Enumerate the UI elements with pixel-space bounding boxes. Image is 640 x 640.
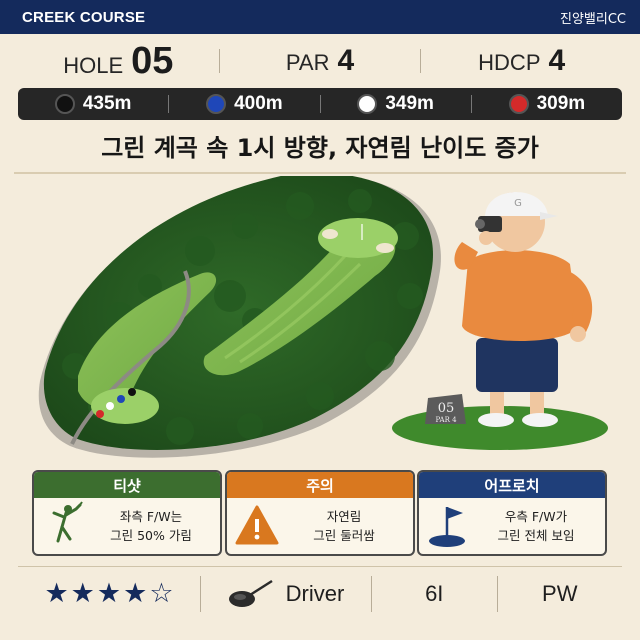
tee-red: 309m [472,93,622,115]
hole-illustration: 05 PAR 4 G [38,176,608,458]
cap-logo: G [514,198,522,209]
tee-marker-blue [117,395,125,403]
tee-white: 349m [321,93,471,115]
card-line: 그린 50% 가림 [110,528,192,543]
par-value: 4 [337,44,355,77]
top-header: CREEK COURSE 진양밸리CC [0,0,640,34]
hdcp-value: 4 [548,44,566,77]
bunker [322,229,338,239]
tee-marker-white [106,402,114,410]
card-line: 그린 둘러쌈 [313,528,375,543]
tee-distance: 309m [536,93,586,114]
club-driver: Driver [201,579,371,609]
tee-black: 435m [18,93,168,115]
difficulty-rating: ★ ★ ★ ★ ☆ [18,578,200,609]
par-info: PAR 4 [220,44,421,78]
club-label: 6I [425,580,444,606]
star-filled-icon: ★ [70,578,95,609]
flag-icon [429,507,465,547]
tee-box [91,388,159,424]
driver-club-icon [228,579,273,607]
tee-distance-bar: 435m 400m 349m 309m [18,88,622,120]
card-line: 우측 F/W가 [504,509,568,524]
tee-shot-card: 티샷 좌측 F/W는 그린 50% 가림 [32,470,222,556]
star-filled-icon: ★ [44,578,69,609]
card-line: 그린 전체 보임 [497,528,575,543]
white-tee-marker-icon [357,94,378,114]
card-title: 어프로치 [419,472,605,498]
black-tee-marker-icon [54,94,75,114]
card-title: 주의 [227,472,413,498]
hdcp-info: HDCP 4 [421,44,622,78]
warning-icon [235,505,279,545]
par-label: PAR [285,50,330,75]
caution-card: 주의 자연림 그린 둘러쌈 [225,470,415,556]
tee-blue: 400m [169,93,319,115]
club-label: PW [542,580,578,606]
tee-marker-black [128,388,136,396]
red-tee-marker-icon [508,94,529,114]
hole-info-row: HOLE 05 PAR 4 HDCP 4 [18,36,622,86]
hole-number: HOLE 05 [18,40,219,83]
hole-label: HOLE [63,52,124,78]
card-line: 자연림 [326,509,362,524]
sign-hole-number: 05 [438,401,455,416]
divider [14,172,626,174]
tee-distance: 400m [234,93,283,114]
club-label: Driver [285,580,345,606]
course-name: CREEK COURSE [22,8,146,26]
tee-marker-red [96,410,104,418]
caddie-figure [454,192,593,427]
star-filled-icon: ★ [123,578,148,609]
star-empty-icon: ☆ [149,578,174,609]
star-filled-icon: ★ [96,578,122,609]
club-recommendation-bar: ★ ★ ★ ★ ☆ Driver 6I PW [18,566,622,620]
hdcp-label: HDCP [478,50,541,75]
club-name: 진양밸리CC [560,11,626,27]
card-title: 티샷 [34,472,220,498]
tee-distance: 349m [385,93,434,114]
blue-tee-marker-icon [206,94,227,114]
club-wedge: PW [498,581,623,607]
sign-par: PAR 4 [435,416,457,424]
club-iron: 6I [372,581,497,607]
hole-headline: 그린 계곡 속 1시 방향, 자연림 난이도 증가 [101,134,539,162]
approach-card: 어프로치 우측 F/W가 그린 전체 보임 [417,470,607,556]
golfer-swing-icon [52,501,83,543]
tee-distance: 435m [82,93,132,114]
bunker [376,243,394,253]
card-line: 좌측 F/W는 [119,509,183,524]
hole-value: 05 [131,39,174,82]
